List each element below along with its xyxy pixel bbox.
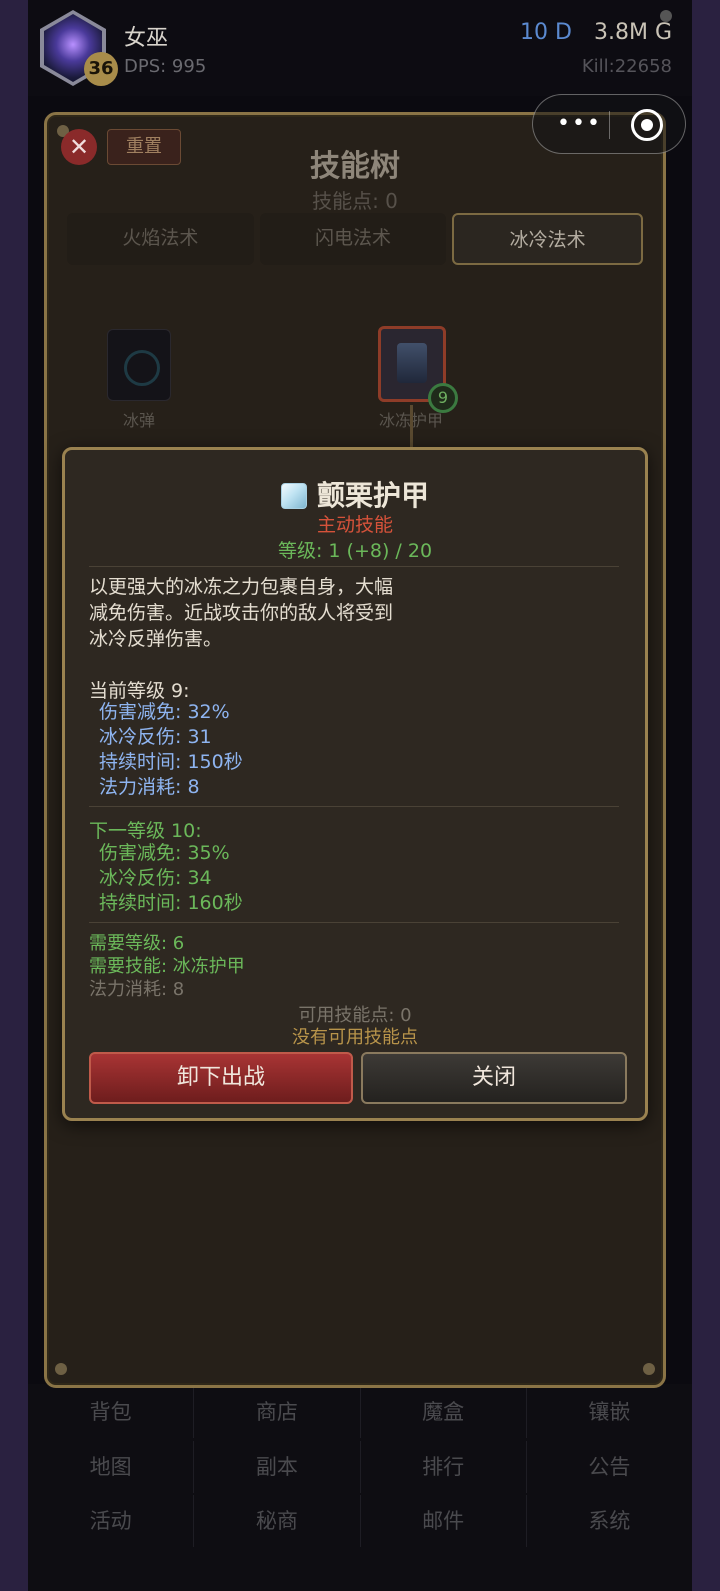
menu-item-shop[interactable]: 商店 xyxy=(194,1386,361,1438)
next-stat: 持续时间: 160秒 xyxy=(99,892,243,914)
hero-name: 女巫 xyxy=(124,26,169,51)
menu-item-mail[interactable]: 邮件 xyxy=(361,1495,527,1547)
tree-connector xyxy=(410,405,413,449)
bottom-menu: 背包 商店 魔盒 镶嵌 地图 副本 排行 公告 活动 秘商 邮件 系统 xyxy=(28,1384,692,1591)
menu-item-magic-box[interactable]: 魔盒 xyxy=(361,1386,527,1438)
menu-item-ranking[interactable]: 排行 xyxy=(361,1441,527,1493)
unequip-button[interactable]: 卸下出战 xyxy=(89,1052,353,1104)
description-line: 冰冷反弹伤害。 xyxy=(89,628,223,650)
no-points-message: 没有可用技能点 xyxy=(292,1027,418,1048)
skill-title-row: 颤栗护甲 xyxy=(65,474,645,514)
corner-rivet-icon xyxy=(643,1363,655,1375)
skill-level: 等级: 1 (+8) / 20 xyxy=(277,540,433,562)
requirement-mana: 法力消耗: 8 xyxy=(89,979,185,1000)
divider xyxy=(89,566,619,567)
menu-item-secret-shop[interactable]: 秘商 xyxy=(194,1495,361,1547)
requirement-skill: 需要技能: 冰冻护甲 xyxy=(89,956,245,977)
menu-item-notice[interactable]: 公告 xyxy=(527,1441,692,1493)
current-stat: 法力消耗: 8 xyxy=(99,776,200,798)
dps-value: DPS: 995 xyxy=(124,56,207,77)
skill-type: 主动技能 xyxy=(316,514,393,536)
close-button[interactable]: 关闭 xyxy=(361,1052,627,1104)
menu-item-dungeon[interactable]: 副本 xyxy=(194,1441,361,1493)
menu-row: 地图 副本 排行 公告 xyxy=(28,1441,692,1493)
skill-description: 以更强大的冰冻之力包裹自身，大幅 减免伤害。近战攻击你的敌人将受到 冰冷反弹伤害… xyxy=(89,574,409,652)
next-stat: 伤害减免: 35% xyxy=(99,842,230,864)
description-line: 以更强大的冰冻之力包裹自身，大幅 xyxy=(89,576,394,598)
next-stat: 冰冷反伤: 34 xyxy=(99,867,212,889)
skill-node-label: 冰弹 xyxy=(123,411,156,430)
current-stat: 伤害减免: 32% xyxy=(99,701,230,723)
skill-points: 技能点: 0 xyxy=(312,189,398,213)
skill-node-ice-bolt[interactable] xyxy=(107,329,171,401)
corner-rivet-icon xyxy=(55,1363,67,1375)
menu-row: 活动 秘商 邮件 系统 xyxy=(28,1495,692,1547)
skill-detail-popup: 颤栗护甲 主动技能 等级: 1 (+8) / 20 以更强大的冰冻之力包裹自身，… xyxy=(62,447,648,1121)
divider xyxy=(89,922,619,923)
diamond-count: 10 D xyxy=(520,20,572,45)
current-level-title: 当前等级 9: xyxy=(89,680,190,702)
hero-level-badge: 36 xyxy=(84,52,118,86)
current-stat: 冰冷反伤: 31 xyxy=(99,726,212,748)
current-stat: 持续时间: 150秒 xyxy=(99,751,243,773)
skill-name: 颤栗护甲 xyxy=(316,479,429,512)
menu-item-map[interactable]: 地图 xyxy=(28,1441,195,1493)
description-line: 减免伤害。近战攻击你的敌人将受到 xyxy=(89,602,394,624)
mini-program-capsule: ••• xyxy=(532,94,686,154)
menu-item-system[interactable]: 系统 xyxy=(527,1495,692,1547)
game-screen: 36 女巫 DPS: 995 10 D 3.8M G Kill:22658 背包 … xyxy=(28,0,692,1591)
close-target-icon[interactable] xyxy=(631,109,663,141)
menu-row: 背包 商店 魔盒 镶嵌 xyxy=(28,1386,692,1438)
tab-fire[interactable]: 火焰法术 xyxy=(67,213,254,265)
capsule-divider xyxy=(609,111,610,139)
top-status-bar: 36 女巫 DPS: 995 10 D 3.8M G Kill:22658 xyxy=(28,0,692,96)
menu-item-inlay[interactable]: 镶嵌 xyxy=(527,1386,692,1438)
next-level-title: 下一等级 10: xyxy=(89,820,202,842)
requirement-level: 需要等级: 6 xyxy=(89,933,185,954)
divider xyxy=(89,806,619,807)
kill-count: Kill:22658 xyxy=(581,56,672,77)
currency-display: 10 D 3.8M G xyxy=(520,20,672,45)
tab-cold[interactable]: 冰冷法术 xyxy=(452,213,644,265)
menu-item-bag[interactable]: 背包 xyxy=(28,1386,195,1438)
menu-item-events[interactable]: 活动 xyxy=(28,1495,195,1547)
tab-lightning[interactable]: 闪电法术 xyxy=(259,213,447,265)
gold-count: 3.8M G xyxy=(593,20,672,45)
school-tabs: 火焰法术 闪电法术 冰冷法术 xyxy=(67,213,644,265)
ice-cube-icon xyxy=(280,483,307,509)
more-dots-icon[interactable]: ••• xyxy=(557,111,602,137)
